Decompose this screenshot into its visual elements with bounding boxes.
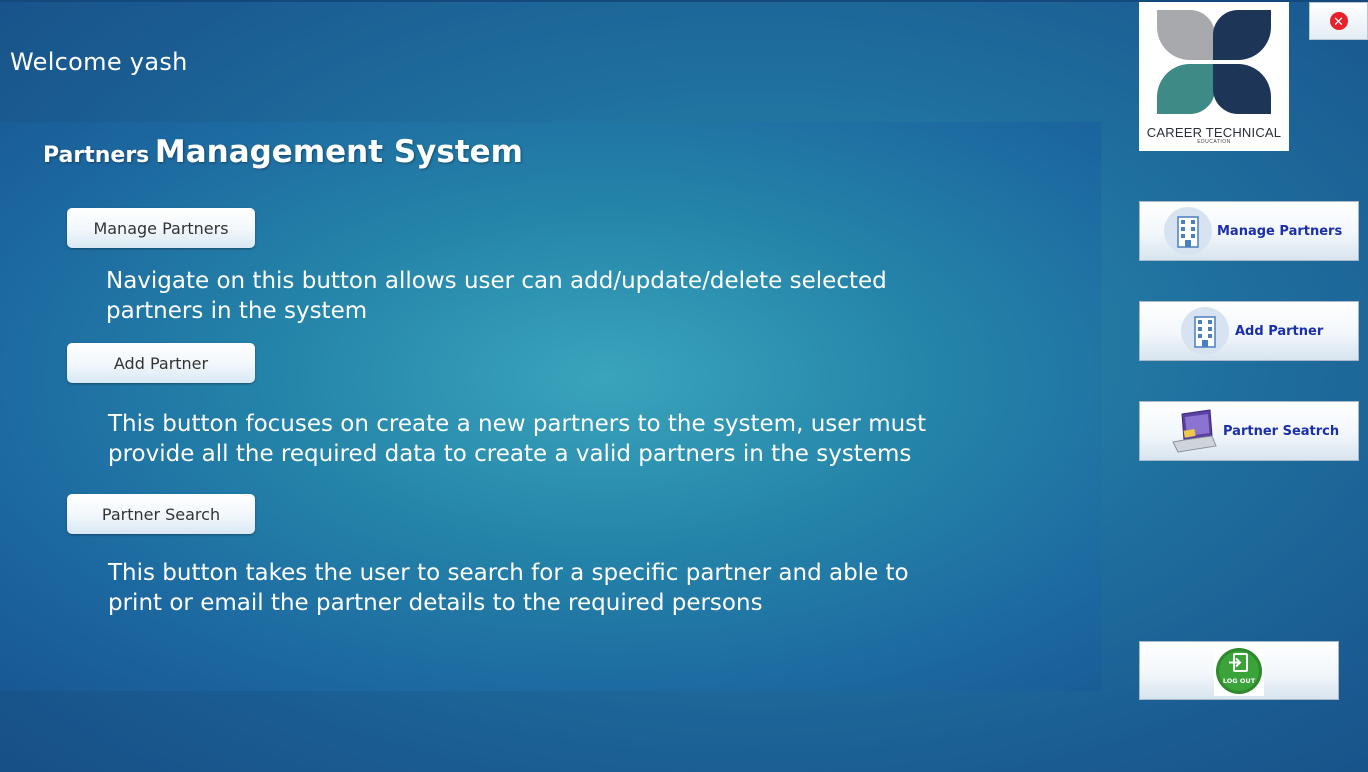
logo-mark-icon [1157,10,1271,114]
logo-brand-text: CAREER TECHNICAL [1146,125,1282,140]
logout-icon: LOG OUT [1214,646,1264,696]
description-line: Navigate on this button allows user can … [106,268,887,294]
add-partner-description: This button focuses on create a new part… [108,409,1008,469]
manage-partners-description: Navigate on this button allows user can … [106,266,1006,326]
manage-partners-button[interactable]: Manage Partners [67,208,255,248]
building-icon [1181,307,1229,355]
description-line: provide all the required data to create … [108,441,912,467]
partner-search-description: This button takes the user to search for… [108,558,1008,618]
partner-search-button[interactable]: Partner Search [67,494,255,534]
welcome-text: Welcome yash [10,48,188,76]
title-big: Management System [154,134,523,170]
logo-sub-text: EDUCATION [1197,139,1231,145]
sidebar-item-label: Add Partner [1235,323,1324,339]
description-line: This button focuses on create a new part… [108,411,927,437]
page-title: Partners Management System [43,134,523,170]
sidebar-manage-partners-button[interactable]: Manage Partners [1139,201,1359,261]
add-partner-button[interactable]: Add Partner [67,343,255,383]
logout-button[interactable]: LOG OUT [1139,641,1339,700]
career-technical-logo: CAREER TECHNICAL EDUCATION [1139,2,1289,151]
sidebar-add-partner-button[interactable]: Add Partner [1139,301,1359,361]
close-icon: ✕ [1329,12,1348,30]
close-button[interactable]: ✕ [1309,2,1368,40]
description-line: This button takes the user to search for… [108,560,909,586]
sidebar-item-label: Manage Partners [1217,223,1343,239]
building-icon [1164,207,1212,255]
laptop-icon [1172,409,1217,453]
logout-label: LOG OUT [1223,677,1256,685]
sidebar-item-label: Partner Seatrch [1223,423,1340,439]
description-line: print or email the partner details to th… [108,590,763,616]
description-line: partners in the system [106,298,368,324]
sidebar-partner-search-button[interactable]: Partner Seatrch [1139,401,1359,461]
title-small: Partners [43,143,150,168]
